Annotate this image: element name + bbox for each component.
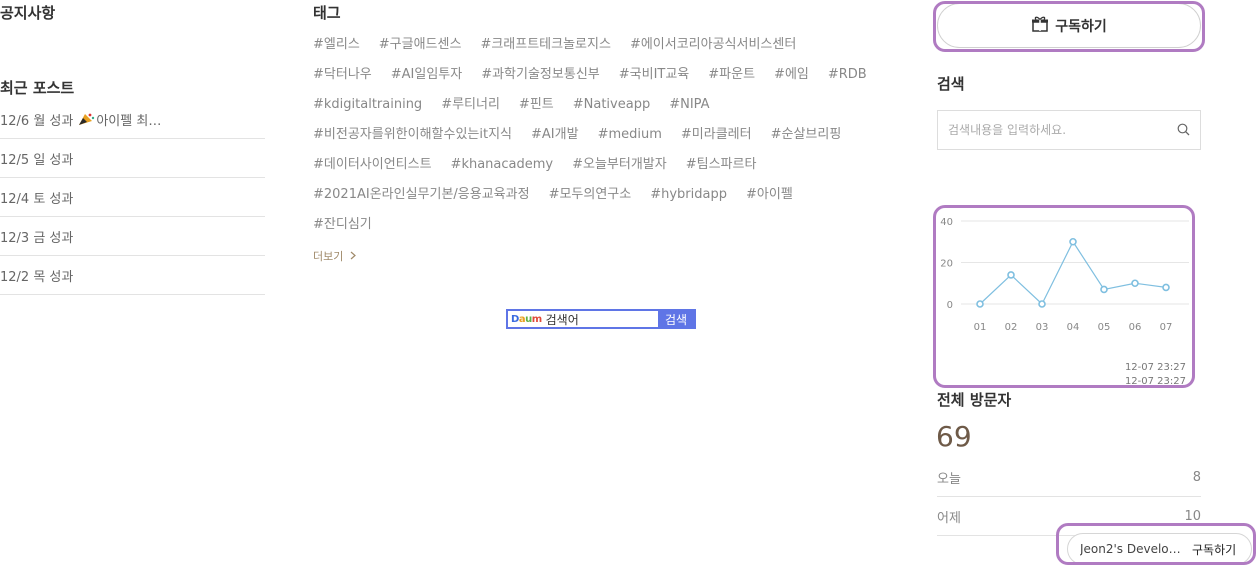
- floating-subscribe-bar[interactable]: Jeon2's Develo… 구독하기: [1067, 533, 1252, 565]
- y-tick-label: 20: [940, 259, 953, 270]
- tag-link[interactable]: #핀트: [519, 90, 554, 120]
- tag-link[interactable]: #국비IT교육: [619, 60, 690, 90]
- x-tick-label: 05: [1098, 322, 1111, 333]
- recent-post-item[interactable]: 12/2 목 성과: [0, 256, 265, 295]
- recent-posts-heading: 최근 포스트: [0, 79, 75, 97]
- tag-link[interactable]: #잔디심기: [313, 210, 372, 240]
- today-row: 오늘 8: [937, 458, 1201, 497]
- gift-icon: [1031, 16, 1049, 36]
- tag-link[interactable]: #팀스파르타: [686, 150, 757, 180]
- tag-link[interactable]: #파운트: [708, 60, 755, 90]
- data-point: [976, 300, 984, 308]
- daum-search-button[interactable]: 검색: [658, 311, 694, 327]
- yesterday-row: 어제 10: [937, 497, 1201, 536]
- tag-link[interactable]: #에이서코리아공식서비스센터: [630, 30, 796, 60]
- more-tags-link[interactable]: 더보기: [313, 248, 356, 264]
- y-tick-label: 0: [947, 300, 953, 311]
- data-point: [1069, 237, 1077, 246]
- subscribe-button[interactable]: 구독하기: [937, 3, 1201, 48]
- data-point: [1131, 279, 1139, 288]
- recent-post-suffix: 아이펠 최…: [96, 113, 162, 129]
- daum-search-input[interactable]: 검색어: [546, 311, 658, 328]
- tag-link[interactable]: #모두의연구소: [549, 180, 632, 210]
- tag-link[interactable]: #kdigitaltraining: [313, 90, 422, 120]
- recent-post-item[interactable]: 12/6 월 성과 아이펠 최…: [0, 100, 265, 139]
- search-input[interactable]: [948, 123, 1177, 137]
- tag-link[interactable]: #NIPA: [669, 90, 709, 120]
- tag-link[interactable]: #오늘부터개발자: [572, 150, 667, 180]
- today-label: 오늘: [937, 471, 961, 487]
- search-heading: 검색: [937, 75, 965, 93]
- x-tick-label: 04: [1067, 322, 1080, 333]
- x-tick-label: 03: [1036, 322, 1049, 333]
- more-tags-label: 더보기: [313, 250, 344, 263]
- tag-link[interactable]: #medium: [598, 120, 662, 150]
- tag-link[interactable]: #닥터나우: [313, 60, 372, 90]
- recent-post-item[interactable]: 12/3 금 성과: [0, 217, 265, 256]
- yesterday-count: 10: [1184, 508, 1201, 524]
- x-tick-label: 06: [1129, 322, 1142, 333]
- tags-heading: 태그: [313, 4, 341, 22]
- party-popper-icon: [77, 112, 95, 126]
- total-visitor-count: 69: [936, 420, 972, 453]
- data-point: [1162, 283, 1170, 292]
- floating-subscribe-label[interactable]: 구독하기: [1192, 541, 1236, 558]
- x-tick-label: 07: [1160, 322, 1173, 333]
- x-tick-label: 01: [974, 322, 987, 333]
- data-point: [1038, 300, 1046, 308]
- recent-post-item[interactable]: 12/5 일 성과: [0, 139, 265, 178]
- chart-timestamp: 12-07 23:27: [1125, 362, 1186, 373]
- recent-post-item[interactable]: 12/4 토 성과: [0, 178, 265, 217]
- chevron-right-icon: [350, 250, 356, 263]
- tag-link[interactable]: #루티너리: [441, 90, 500, 120]
- recent-post-title: 12/2 목 성과: [0, 269, 74, 285]
- recent-posts-list: 12/6 월 성과 아이펠 최… 12/5 일 성과 12/4 토 성과 12/…: [0, 100, 265, 295]
- tag-link[interactable]: #hybridapp: [650, 180, 727, 210]
- tag-link[interactable]: #RDB: [828, 60, 867, 90]
- tag-link[interactable]: #데이터사이언티스트: [313, 150, 432, 180]
- data-point: [1007, 271, 1015, 279]
- tag-link[interactable]: #엘리스: [313, 30, 360, 60]
- tag-link[interactable]: #과학기술정보통신부: [481, 60, 600, 90]
- visitor-chart: 0 20 40 01 02 03 04 05 06 07 12-07 23:27 12-07 23:2…: [940, 217, 1189, 387]
- tag-link[interactable]: #khanacademy: [451, 150, 554, 180]
- recent-post-title: 12/4 토 성과: [0, 191, 74, 207]
- tag-link[interactable]: #미라클레터: [681, 120, 752, 150]
- subscribe-label: 구독하기: [1055, 18, 1107, 35]
- notice-heading: 공지사항: [0, 4, 56, 22]
- visitors-heading: 전체 방문자: [937, 391, 1012, 409]
- x-tick-label: 02: [1005, 322, 1018, 333]
- tag-link[interactable]: #아이펠: [746, 180, 793, 210]
- tag-link[interactable]: #Nativeapp: [573, 90, 650, 120]
- data-point: [1100, 285, 1108, 294]
- yesterday-label: 어제: [937, 510, 961, 526]
- today-count: 8: [1192, 469, 1201, 485]
- recent-post-title: 12/3 금 성과: [0, 230, 74, 246]
- tag-link[interactable]: #비전공자를위한이해할수있는it지식: [313, 120, 512, 150]
- tag-link[interactable]: #구글애드센스: [379, 30, 462, 60]
- tag-link[interactable]: #순살브리핑: [771, 120, 842, 150]
- tag-link[interactable]: #AI개발: [531, 120, 579, 150]
- chart-timestamp: 12-07 23:27: [1125, 376, 1186, 387]
- daum-search-box: Daum 검색어 검색: [506, 309, 696, 329]
- tag-link[interactable]: #2021AI온라인실무기본/응용교육과정: [313, 180, 530, 210]
- recent-post-title: 12/5 일 성과: [0, 152, 74, 168]
- tag-link[interactable]: #AI일임투자: [391, 60, 462, 90]
- daum-logo: Daum: [511, 313, 542, 325]
- search-icon[interactable]: [1177, 121, 1190, 140]
- tag-link[interactable]: #크래프트테크놀로지스: [480, 30, 611, 60]
- blog-name: Jeon2's Develo…: [1080, 542, 1181, 556]
- y-tick-label: 40: [940, 217, 953, 228]
- recent-post-title: 12/6 월 성과: [0, 113, 74, 129]
- tag-cloud: #엘리스 #구글애드센스 #크래프트테크놀로지스 #에이서코리아공식서비스센터 #닥터…: [313, 30, 903, 240]
- tag-link[interactable]: #에임: [774, 60, 809, 90]
- search-box: [937, 110, 1201, 150]
